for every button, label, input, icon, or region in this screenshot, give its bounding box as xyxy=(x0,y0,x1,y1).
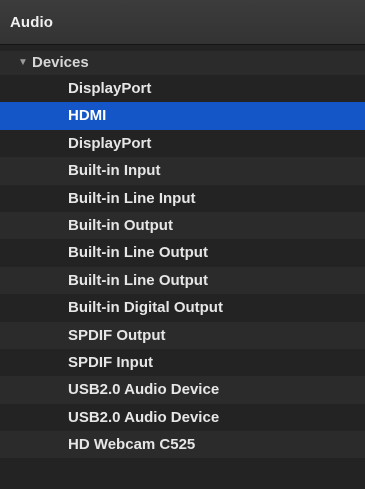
device-label: Built-in Line Output xyxy=(68,244,208,262)
device-label: SPDIF Output xyxy=(68,326,166,344)
device-label: Built-in Output xyxy=(68,216,173,234)
panel-title: Audio xyxy=(10,14,53,31)
device-label: Built-in Line Input xyxy=(68,189,196,207)
device-label: DisplayPort xyxy=(68,80,152,97)
tree-group-devices[interactable]: ▼ Devices xyxy=(0,51,365,75)
device-label: Built-in Input xyxy=(68,162,161,180)
device-label: USB2.0 Audio Device xyxy=(68,381,220,399)
device-list-item[interactable]: DisplayPort xyxy=(0,130,365,157)
device-list: DisplayPort HDMI DisplayPort Built-in Input… xyxy=(0,75,365,459)
device-list-item[interactable]: USB2.0 Audio Device xyxy=(0,376,365,404)
device-list-item[interactable]: DisplayPort xyxy=(0,75,365,102)
device-label: Built-in Digital Output xyxy=(68,299,223,317)
device-list-item[interactable]: Built-in Digital Output xyxy=(0,294,365,321)
device-label: DisplayPort xyxy=(68,134,152,152)
device-list-item[interactable]: Built-in Line Output xyxy=(0,266,365,295)
audio-panel: Audio ▼ Devices DisplayPort HDMI DisplayPo… xyxy=(0,0,365,489)
disclosure-triangle-down-icon[interactable]: ▼ xyxy=(18,51,28,75)
device-list-item[interactable]: Built-in Line Output xyxy=(0,239,365,266)
device-list-item[interactable]: HDMI xyxy=(0,102,365,130)
device-label: SPDIF Input xyxy=(68,353,153,371)
device-tree: ▼ Devices DisplayPort HDMI DisplayPort Buil… xyxy=(0,51,365,459)
device-list-item[interactable]: HD Webcam C525 xyxy=(0,431,365,459)
device-label: Built-in Line Output xyxy=(68,271,208,289)
device-list-item[interactable]: Built-in Line Input xyxy=(0,185,365,212)
device-label: USB2.0 Audio Device xyxy=(68,408,220,426)
device-list-item[interactable]: SPDIF Input xyxy=(0,349,365,376)
device-list-item[interactable]: Built-in Input xyxy=(0,157,365,185)
device-list-item[interactable]: USB2.0 Audio Device xyxy=(0,404,365,431)
device-label: HDMI xyxy=(68,107,107,125)
tree-group-label: Devices xyxy=(32,54,89,71)
panel-header: Audio xyxy=(0,0,365,45)
device-list-item[interactable]: Built-in Output xyxy=(0,211,365,240)
device-label: HD Webcam C525 xyxy=(68,436,196,454)
device-list-item[interactable]: SPDIF Output xyxy=(0,321,365,349)
